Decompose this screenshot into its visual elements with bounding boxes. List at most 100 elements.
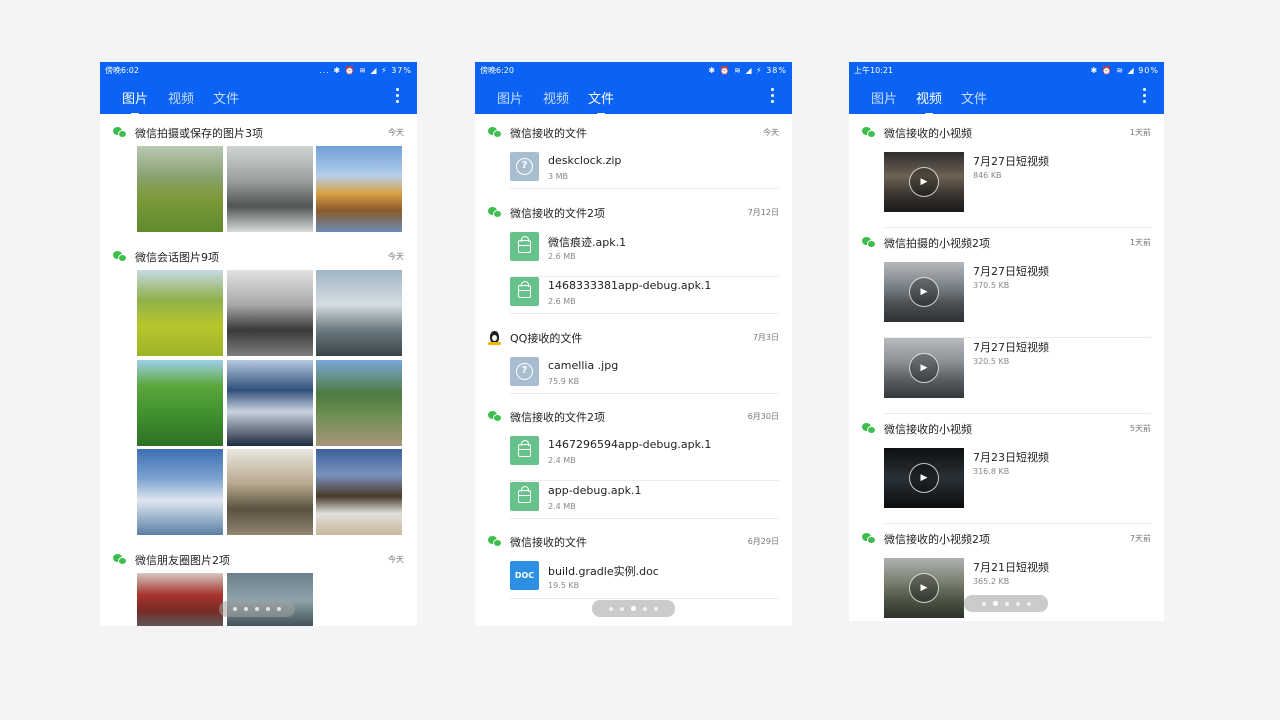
tab-files[interactable]: 文件 <box>588 88 614 115</box>
photo-thumbnail[interactable] <box>316 146 402 232</box>
section-date: 1天前 <box>1129 238 1151 247</box>
file-row[interactable]: ? camellia .jpg 75.9 KB <box>510 357 779 402</box>
play-icon[interactable]: ▶ <box>909 167 939 197</box>
photo-thumbnail[interactable] <box>137 270 223 356</box>
battery-level: 38% <box>766 65 787 75</box>
file-row[interactable]: 1468333381app-debug.apk.1 2.6 MB <box>510 277 779 322</box>
status-time: 傍晚6:20 <box>480 65 514 75</box>
app-bar: 图片 视频 文件 <box>100 78 417 115</box>
photo-thumbnail[interactable] <box>227 270 313 356</box>
wechat-icon <box>488 411 502 422</box>
tab-files[interactable]: 文件 <box>961 88 987 107</box>
video-row[interactable]: ▶ 7月23日短视频 316.8 KB <box>884 448 1151 524</box>
tab-videos[interactable]: 视频 <box>168 88 194 107</box>
play-icon[interactable]: ▶ <box>909 573 939 603</box>
video-thumbnail[interactable]: ▶ <box>884 448 964 508</box>
photo-thumbnail[interactable] <box>137 146 223 232</box>
photo-thumbnail[interactable] <box>316 449 402 535</box>
wechat-icon <box>862 423 876 434</box>
more-menu-icon[interactable] <box>766 88 778 106</box>
video-size: 320.5 KB <box>973 357 1010 366</box>
photo-thumbnail[interactable] <box>227 573 313 626</box>
section-header: 微信拍摄的小视频2项 1天前 <box>849 235 1164 253</box>
status-icons: ✱ ⏰ ≋ ◢ <box>1090 65 1135 75</box>
play-icon[interactable]: ▶ <box>909 353 939 383</box>
photo-thumbnail[interactable] <box>137 573 223 626</box>
file-row[interactable]: ? deskclock.zip 3 MB <box>510 152 779 197</box>
photo-thumbnail[interactable] <box>137 360 223 446</box>
file-name: camellia .jpg <box>548 359 619 372</box>
video-thumbnail[interactable]: ▶ <box>884 558 964 618</box>
file-name: app-debug.apk.1 <box>548 484 642 497</box>
tab-videos[interactable]: 视频 <box>543 88 569 107</box>
file-name: 微信痕迹.apk.1 <box>548 236 627 249</box>
app-bar: 图片 视频 文件 <box>475 78 792 115</box>
section-header: 微信接收的小视频2项 7天前 <box>849 531 1164 549</box>
photo-thumbnail[interactable] <box>227 449 313 535</box>
section-date: 7月3日 <box>752 333 779 342</box>
tab-files[interactable]: 文件 <box>213 88 239 107</box>
video-size: 370.5 KB <box>973 281 1010 290</box>
status-time: 傍晚6:02 <box>105 65 139 75</box>
section-header: 微信朋友圈图片2项 今天 <box>100 552 417 570</box>
wechat-icon <box>488 207 502 218</box>
tab-images[interactable]: 图片 <box>871 88 897 107</box>
video-thumbnail[interactable]: ▶ <box>884 262 964 322</box>
section-date: 今天 <box>388 555 404 564</box>
phone-screen-files: 傍晚6:20 ✱ ⏰ ≋ ◢ ⚡ 38% 图片 视频 文件 微信接收的文件 今天… <box>475 62 792 626</box>
section-title: 微信接收的小视频 <box>884 127 972 140</box>
play-icon[interactable]: ▶ <box>909 463 939 493</box>
video-row[interactable]: ▶ 7月27日短视频 320.5 KB <box>884 338 1151 414</box>
battery-level: 90% <box>1138 65 1159 75</box>
section-date: 今天 <box>388 128 404 137</box>
photo-thumbnail[interactable] <box>137 449 223 535</box>
video-row[interactable]: ▶ 7月27日短视频 846 KB <box>884 152 1151 228</box>
file-row[interactable]: 微信痕迹.apk.1 2.6 MB <box>510 232 779 277</box>
wechat-icon <box>113 554 127 565</box>
file-row[interactable]: 1467296594app-debug.apk.1 2.4 MB <box>510 436 779 481</box>
wechat-icon <box>488 127 502 138</box>
tab-videos[interactable]: 视频 <box>916 88 942 115</box>
status-bar: 傍晚6:02 ... ✱ ⏰ ≋ ◢ ⚡ 37% <box>100 62 417 78</box>
section-title: 微信拍摄的小视频2项 <box>884 237 990 250</box>
photo-thumbnail[interactable] <box>227 360 313 446</box>
tab-images[interactable]: 图片 <box>122 88 148 115</box>
photo-thumbnail[interactable] <box>316 270 402 356</box>
section-header: 微信接收的文件2项 7月12日 <box>475 205 792 223</box>
video-row[interactable]: ▶ 7月27日短视频 370.5 KB <box>884 262 1151 338</box>
file-size: 2.4 MB <box>548 456 576 465</box>
section-title: 微信朋友圈图片2项 <box>135 554 230 567</box>
file-size: 2.6 MB <box>548 252 576 261</box>
divider <box>510 393 779 394</box>
file-row[interactable]: app-debug.apk.1 2.4 MB <box>510 482 779 527</box>
apk-file-icon <box>510 232 539 261</box>
wechat-icon <box>113 127 127 138</box>
more-menu-icon[interactable] <box>1138 88 1150 106</box>
photo-thumbnail[interactable] <box>316 360 402 446</box>
file-name: 1468333381app-debug.apk.1 <box>548 279 712 292</box>
status-icons: ✱ ⏰ ≋ ◢ ⚡ <box>708 65 763 75</box>
photo-thumbnail[interactable] <box>227 146 313 232</box>
file-size: 3 MB <box>548 172 569 181</box>
more-menu-icon[interactable] <box>391 88 403 106</box>
section-header: 微信接收的文件 6月29日 <box>475 534 792 552</box>
video-thumbnail[interactable]: ▶ <box>884 152 964 212</box>
phone-screen-images: 傍晚6:02 ... ✱ ⏰ ≋ ◢ ⚡ 37% 图片 视频 文件 微信拍摄或保… <box>100 62 417 626</box>
section-date: 6月29日 <box>747 537 779 546</box>
apk-file-icon <box>510 277 539 306</box>
page-indicator <box>964 595 1048 612</box>
tab-images[interactable]: 图片 <box>497 88 523 107</box>
section-date: 今天 <box>388 252 404 261</box>
status-time: 上午10:21 <box>854 65 894 75</box>
divider <box>510 313 779 314</box>
play-icon[interactable]: ▶ <box>909 277 939 307</box>
section-date: 7天前 <box>1129 534 1151 543</box>
unknown-file-icon: ? <box>510 357 539 386</box>
video-name: 7月27日短视频 <box>973 155 1049 168</box>
section-date: 1天前 <box>1129 128 1151 137</box>
divider <box>510 598 779 599</box>
section-date: 5天前 <box>1129 424 1151 433</box>
video-thumbnail[interactable]: ▶ <box>884 338 964 398</box>
file-size: 2.4 MB <box>548 502 576 511</box>
section-header: 微信接收的文件 今天 <box>475 125 792 143</box>
